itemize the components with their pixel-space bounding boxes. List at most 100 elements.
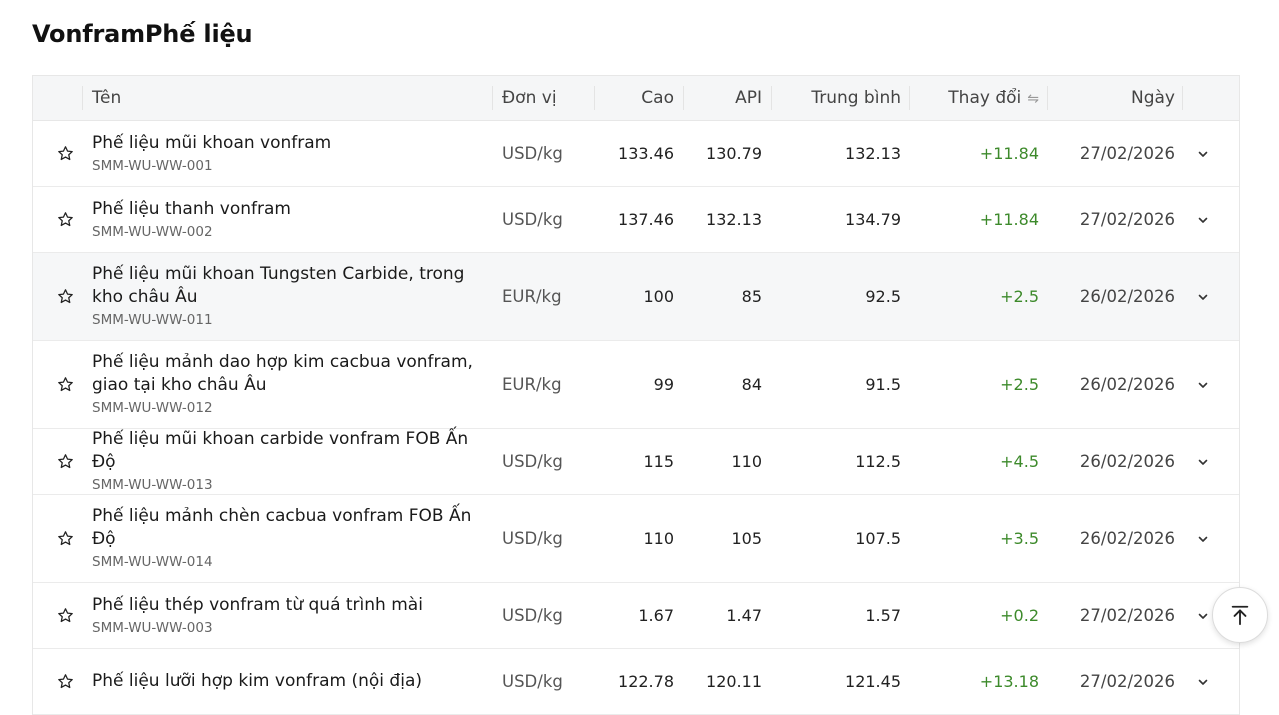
- date-cell: 27/02/2026: [1079, 144, 1175, 163]
- date-cell: 27/02/2026: [1079, 210, 1175, 229]
- change-cell: +2.5: [1000, 375, 1039, 394]
- high-cell: 133.46: [618, 144, 674, 163]
- avg-cell: 132.13: [845, 144, 901, 163]
- unit-cell: EUR/kg: [502, 375, 562, 394]
- header-avg: Trung bình: [811, 88, 901, 108]
- table-row[interactable]: Phế liệu mũi khoan vonfram SMM-WU-WW-001 U…: [33, 121, 1239, 187]
- api-cell: 110: [731, 452, 762, 471]
- favorite-star-icon[interactable]: [55, 121, 75, 186]
- api-cell: 84: [741, 375, 762, 394]
- chevron-down-icon[interactable]: [1193, 187, 1213, 252]
- product-name-cell[interactable]: Phế liệu mảnh dao hợp kim cacbua vonfram…: [92, 341, 492, 428]
- api-cell: 132.13: [706, 210, 762, 229]
- chevron-down-icon[interactable]: [1193, 429, 1213, 494]
- header-high: Cao: [641, 88, 674, 108]
- high-cell: 110: [643, 529, 674, 548]
- date-cell: 26/02/2026: [1079, 452, 1175, 471]
- unit-cell: USD/kg: [502, 672, 563, 691]
- table-row[interactable]: Phế liệu mũi khoan Tungsten Carbide, tro…: [33, 253, 1239, 341]
- arrow-up-to-line-icon: [1231, 605, 1249, 626]
- product-name: Phế liệu thép vonfram từ quá trình mài: [92, 594, 423, 615]
- product-name-cell[interactable]: Phế liệu mũi khoan carbide vonfram FOB Ấ…: [92, 429, 492, 494]
- change-cell: +11.84: [979, 210, 1039, 229]
- favorite-star-icon[interactable]: [55, 341, 75, 428]
- favorite-star-icon[interactable]: [55, 429, 75, 494]
- chevron-down-icon[interactable]: [1193, 583, 1213, 648]
- chevron-down-icon[interactable]: [1193, 253, 1213, 340]
- chevron-down-icon[interactable]: [1193, 649, 1213, 714]
- avg-cell: 134.79: [845, 210, 901, 229]
- product-name-cell[interactable]: Phế liệu thép vonfram từ quá trình mài SM…: [92, 583, 492, 648]
- avg-cell: 121.45: [845, 672, 901, 691]
- product-name: Phế liệu mũi khoan Tungsten Carbide, tro…: [92, 264, 465, 307]
- table-row[interactable]: Phế liệu lưỡi hợp kim vonfram (nội địa) U…: [33, 649, 1239, 715]
- product-name: Phế liệu thanh vonfram: [92, 198, 291, 219]
- product-name: Phế liệu lưỡi hợp kim vonfram (nội địa): [92, 670, 422, 691]
- change-cell: +0.2: [1000, 606, 1039, 625]
- high-cell: 115: [643, 452, 674, 471]
- unit-cell: USD/kg: [502, 606, 563, 625]
- api-cell: 130.79: [706, 144, 762, 163]
- change-cell: +13.18: [979, 672, 1039, 691]
- table-row[interactable]: Phế liệu thép vonfram từ quá trình mài SM…: [33, 583, 1239, 649]
- table-header: Tên Đơn vị Cao API Trung bình Thay đổi ⇋ …: [33, 76, 1239, 121]
- header-separator: [1182, 86, 1183, 110]
- change-cell: +4.5: [1000, 452, 1039, 471]
- unit-cell: USD/kg: [502, 210, 563, 229]
- unit-cell: USD/kg: [502, 452, 563, 471]
- change-cell: +3.5: [1000, 529, 1039, 548]
- header-change[interactable]: Thay đổi ⇋: [913, 76, 1039, 120]
- table-row[interactable]: Phế liệu mũi khoan carbide vonfram FOB Ấ…: [33, 429, 1239, 495]
- product-name-cell[interactable]: Phế liệu mũi khoan Tungsten Carbide, tro…: [92, 253, 492, 340]
- product-name: Phế liệu mảnh dao hợp kim cacbua vonfram…: [92, 352, 473, 395]
- table-row[interactable]: Phế liệu mảnh chèn cacbua vonfram FOB Ấn…: [33, 495, 1239, 583]
- header-api: API: [735, 88, 762, 108]
- table-row[interactable]: Phế liệu mảnh dao hợp kim cacbua vonfram…: [33, 341, 1239, 429]
- page-title: VonframPhế liệu: [32, 20, 253, 48]
- avg-cell: 1.57: [865, 606, 901, 625]
- scroll-to-top-button[interactable]: [1212, 587, 1268, 643]
- table-row[interactable]: Phế liệu thanh vonfram SMM-WU-WW-002 USD/k…: [33, 187, 1239, 253]
- date-cell: 27/02/2026: [1079, 606, 1175, 625]
- avg-cell: 92.5: [865, 287, 901, 306]
- favorite-star-icon[interactable]: [55, 583, 75, 648]
- product-name-cell[interactable]: Phế liệu mảnh chèn cacbua vonfram FOB Ấn…: [92, 495, 492, 582]
- high-cell: 99: [653, 375, 674, 394]
- high-cell: 100: [643, 287, 674, 306]
- api-cell: 1.47: [726, 606, 762, 625]
- avg-cell: 91.5: [865, 375, 901, 394]
- product-name-cell[interactable]: Phế liệu thanh vonfram SMM-WU-WW-002: [92, 187, 492, 252]
- unit-cell: USD/kg: [502, 529, 563, 548]
- favorite-star-icon[interactable]: [55, 495, 75, 582]
- header-unit: Đơn vị: [502, 88, 557, 108]
- product-name-cell[interactable]: Phế liệu mũi khoan vonfram SMM-WU-WW-001: [92, 121, 492, 186]
- chevron-down-icon[interactable]: [1193, 121, 1213, 186]
- date-cell: 26/02/2026: [1079, 529, 1175, 548]
- avg-cell: 107.5: [855, 529, 901, 548]
- favorite-star-icon[interactable]: [55, 187, 75, 252]
- header-name: Tên: [92, 88, 122, 108]
- date-cell: 27/02/2026: [1079, 672, 1175, 691]
- price-table: Tên Đơn vị Cao API Trung bình Thay đổi ⇋ …: [32, 75, 1240, 715]
- chevron-down-icon[interactable]: [1193, 341, 1213, 428]
- header-change-label: Thay đổi: [948, 88, 1022, 108]
- high-cell: 1.67: [638, 606, 674, 625]
- unit-cell: USD/kg: [502, 144, 563, 163]
- header-date: Ngày: [1131, 88, 1175, 108]
- product-code: SMM-WU-WW-014: [92, 554, 213, 570]
- favorite-star-icon[interactable]: [55, 649, 75, 714]
- avg-cell: 112.5: [855, 452, 901, 471]
- date-cell: 26/02/2026: [1079, 375, 1175, 394]
- api-cell: 105: [731, 529, 762, 548]
- product-code: SMM-WU-WW-002: [92, 223, 213, 240]
- product-name-cell[interactable]: Phế liệu lưỡi hợp kim vonfram (nội địa): [92, 649, 492, 714]
- product-code: SMM-WU-WW-003: [92, 619, 213, 636]
- sort-icon[interactable]: ⇋: [1027, 77, 1039, 121]
- unit-cell: EUR/kg: [502, 287, 562, 306]
- change-cell: +11.84: [979, 144, 1039, 163]
- favorite-star-icon[interactable]: [55, 253, 75, 340]
- product-code: SMM-WU-WW-013: [92, 477, 213, 493]
- header-separator: [82, 86, 83, 110]
- header-separator: [909, 86, 910, 110]
- chevron-down-icon[interactable]: [1193, 495, 1213, 582]
